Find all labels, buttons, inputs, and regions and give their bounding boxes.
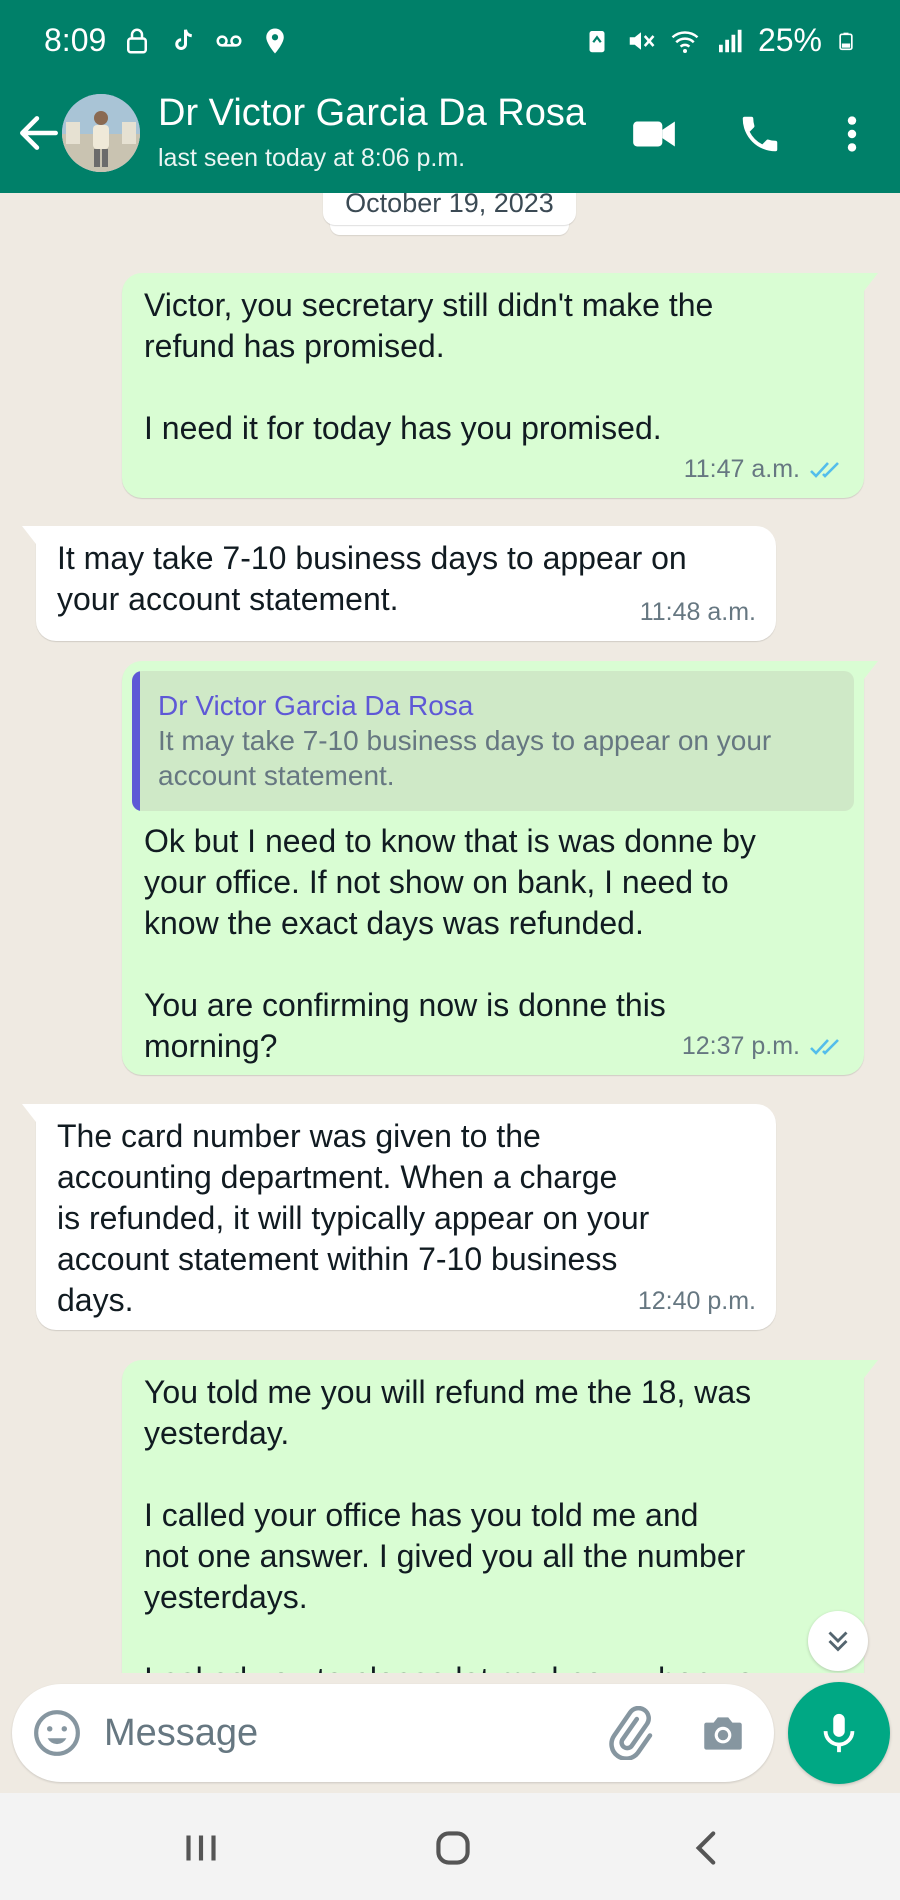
message-bubble-outgoing[interactable]: You told me you will refund me the 18, w… (122, 1360, 878, 1673)
message-time: 12:37 p.m. (681, 1032, 800, 1060)
quote-text: It may take 7-10 business days to appear… (158, 725, 772, 791)
status-bar: 8:09 25% (0, 0, 900, 86)
message-time: 11:47 a.m. (683, 455, 800, 483)
battery-percent: 25% (757, 22, 822, 58)
battery-icon (839, 32, 853, 50)
scroll-to-bottom-button[interactable] (808, 1611, 868, 1671)
contact-name[interactable]: Dr Victor Garcia Da Rosa (158, 92, 586, 135)
message-time: 12:40 p.m. (637, 1287, 756, 1315)
quote-accent-bar (132, 671, 140, 811)
message-input[interactable] (104, 1704, 584, 1762)
mic-icon (823, 1713, 855, 1753)
video-call-button[interactable] (626, 106, 682, 162)
mute-icon (629, 31, 655, 50)
voice-message-button[interactable] (788, 1682, 890, 1784)
back-arrow-icon[interactable] (14, 108, 64, 158)
contact-avatar[interactable] (62, 94, 140, 172)
message-bubble-outgoing[interactable]: Victor, you secretary still didn't make … (122, 273, 878, 498)
signal-icon (718, 29, 742, 52)
avatar-photo (62, 94, 140, 172)
recent-apps-icon[interactable] (176, 1823, 226, 1873)
status-left-icons (122, 26, 290, 56)
double-chevron-down-icon (828, 1631, 848, 1652)
camera-icon[interactable] (698, 1708, 748, 1758)
voice-call-button[interactable] (732, 106, 788, 162)
message-bubble-incoming[interactable]: The card number was given to the account… (22, 1104, 776, 1330)
read-ticks-icon (810, 1038, 839, 1055)
chat-header: 8:09 25% Dr Victor Garcia Da Rosa last s… (0, 0, 900, 193)
message-text: You told me you will refund me the 18, w… (144, 1374, 772, 1673)
recycle-icon (589, 30, 605, 52)
message-composer (12, 1684, 774, 1782)
message-time: 11:48 a.m. (639, 598, 756, 626)
message-text: Victor, you secretary still didn't make … (144, 287, 714, 446)
attach-icon[interactable] (602, 1706, 656, 1760)
last-seen-status: last seen today at 8:06 p.m. (158, 144, 466, 172)
chat-area[interactable]: October 19, 2023 Victor, you secretary s… (0, 193, 900, 1673)
date-chip: October 19, 2023 (323, 193, 576, 225)
chat-topbar: Dr Victor Garcia Da Rosa last seen today… (0, 86, 900, 193)
phone-icon (742, 116, 778, 152)
system-navigation-bar (0, 1793, 900, 1900)
video-call-icon (633, 121, 675, 147)
voicemail-icon (216, 35, 242, 47)
message-meta: 11:48 a.m. (640, 592, 756, 633)
message-meta: 11:47 a.m. (684, 449, 844, 490)
emoji-icon[interactable] (32, 1708, 82, 1758)
home-icon[interactable] (428, 1823, 478, 1873)
tiktok-icon (175, 29, 193, 50)
nav-back-icon[interactable] (682, 1823, 732, 1873)
location-icon (266, 28, 284, 54)
status-time: 8:09 (44, 22, 107, 58)
more-vert-icon (847, 116, 857, 152)
message-meta: 12:40 p.m. (638, 1281, 756, 1322)
wifi-icon (671, 30, 699, 53)
lock-icon (127, 28, 147, 54)
read-ticks-icon (810, 461, 839, 478)
message-meta: 12:37 p.m. (682, 1026, 844, 1067)
quote-author: Dr Victor Garcia Da Rosa (158, 690, 474, 721)
message-bubble-incoming[interactable]: It may take 7-10 business days to appear… (22, 526, 776, 641)
quoted-message[interactable]: Dr Victor Garcia Da Rosa It may take 7-1… (132, 671, 854, 811)
more-options-button[interactable] (824, 106, 880, 162)
status-right-icons: 25% (582, 22, 856, 59)
message-bubble-outgoing-reply[interactable]: Dr Victor Garcia Da Rosa It may take 7-1… (122, 661, 878, 1075)
